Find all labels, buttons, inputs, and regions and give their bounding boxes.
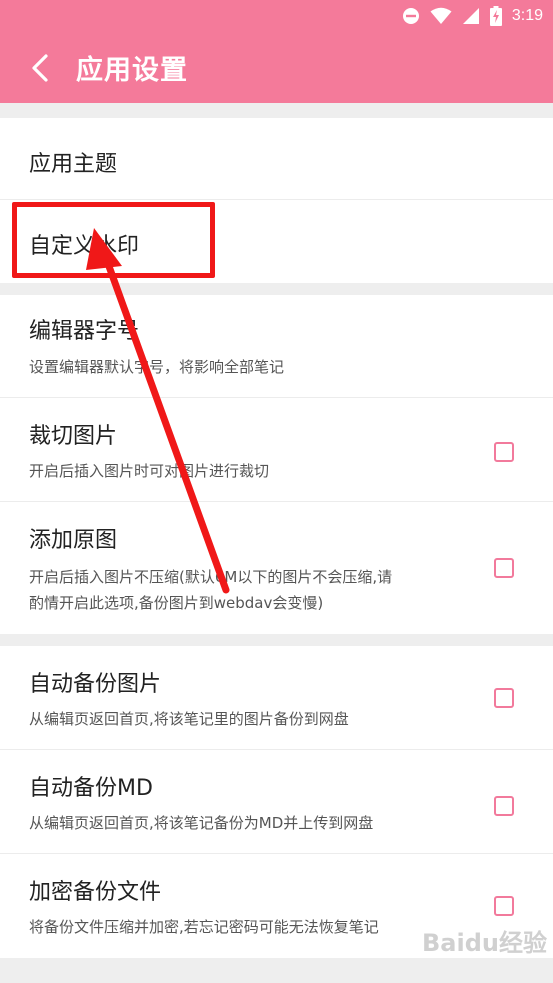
- setting-title: 加密备份文件: [29, 880, 162, 905]
- auto-backup-images-checkbox[interactable]: [494, 688, 514, 708]
- back-button[interactable]: [10, 38, 70, 98]
- auto-backup-md-checkbox[interactable]: [494, 796, 514, 816]
- do-not-disturb-icon: [402, 8, 419, 24]
- setting-row-editor-font-size[interactable]: 编辑器字号 设置编辑器默认字号，将影响全部笔记: [0, 295, 553, 398]
- watermark-logo: Baidu经验: [422, 929, 547, 957]
- settings-section-backup: 自动备份图片 从编辑页返回首页,将该笔记里的图片备份到网盘 自动备份MD 从编辑…: [0, 646, 553, 958]
- settings-section-editor: 编辑器字号 设置编辑器默认字号，将影响全部笔记 裁切图片 开启后插入图片时可对图…: [0, 295, 553, 634]
- setting-subtitle: 设置编辑器默认字号，将影响全部笔记: [29, 358, 285, 376]
- setting-subtitle-line: 开启后插入图片不压缩(默认6M以下的图片不会压缩,请: [29, 568, 393, 586]
- setting-title: 应用主题: [29, 152, 118, 177]
- setting-subtitle: 从编辑页返回首页,将该笔记备份为MD并上传到网盘: [29, 814, 374, 832]
- setting-subtitle: 开启后插入图片时可对图片进行裁切: [29, 462, 270, 480]
- setting-title: 自定义水印: [29, 234, 140, 259]
- setting-subtitle: 将备份文件压缩并加密,若忘记密码可能无法恢复笔记: [29, 918, 379, 936]
- setting-row-crop-image[interactable]: 裁切图片 开启后插入图片时可对图片进行裁切: [0, 398, 553, 502]
- page-title: 应用设置: [76, 55, 188, 86]
- wifi-icon: [430, 7, 452, 24]
- setting-row-app-theme[interactable]: 应用主题: [0, 118, 553, 200]
- setting-row-auto-backup-images[interactable]: 自动备份图片 从编辑页返回首页,将该笔记里的图片备份到网盘: [0, 646, 553, 750]
- setting-subtitle: 从编辑页返回首页,将该笔记里的图片备份到网盘: [29, 710, 349, 728]
- setting-title: 自动备份图片: [29, 672, 162, 697]
- battery-charging-icon: [489, 6, 502, 26]
- signal-icon: [462, 8, 479, 24]
- add-original-image-checkbox[interactable]: [494, 558, 514, 578]
- setting-subtitle-line: 酌情开启此选项,备份图片到webdav会变慢): [29, 594, 324, 612]
- status-time: 3:19: [511, 7, 543, 24]
- setting-title: 添加原图: [29, 528, 118, 553]
- encrypt-backup-checkbox[interactable]: [494, 896, 514, 916]
- setting-row-custom-watermark[interactable]: 自定义水印: [0, 200, 553, 283]
- setting-row-add-original-image[interactable]: 添加原图 开启后插入图片不压缩(默认6M以下的图片不会压缩,请 酌情开启此选项,…: [0, 502, 553, 634]
- app-header: 3:19 应用设置: [0, 0, 553, 103]
- settings-section-display: 应用主题 自定义水印: [0, 118, 553, 283]
- setting-title: 裁切图片: [29, 424, 118, 449]
- crop-image-checkbox[interactable]: [494, 442, 514, 462]
- setting-row-auto-backup-md[interactable]: 自动备份MD 从编辑页返回首页,将该笔记备份为MD并上传到网盘: [0, 750, 553, 854]
- chevron-left-icon: [32, 53, 48, 82]
- setting-title: 自动备份MD: [29, 776, 153, 801]
- toolbar: 应用设置: [0, 32, 553, 103]
- setting-title: 编辑器字号: [29, 319, 140, 344]
- status-bar: 3:19: [0, 0, 553, 32]
